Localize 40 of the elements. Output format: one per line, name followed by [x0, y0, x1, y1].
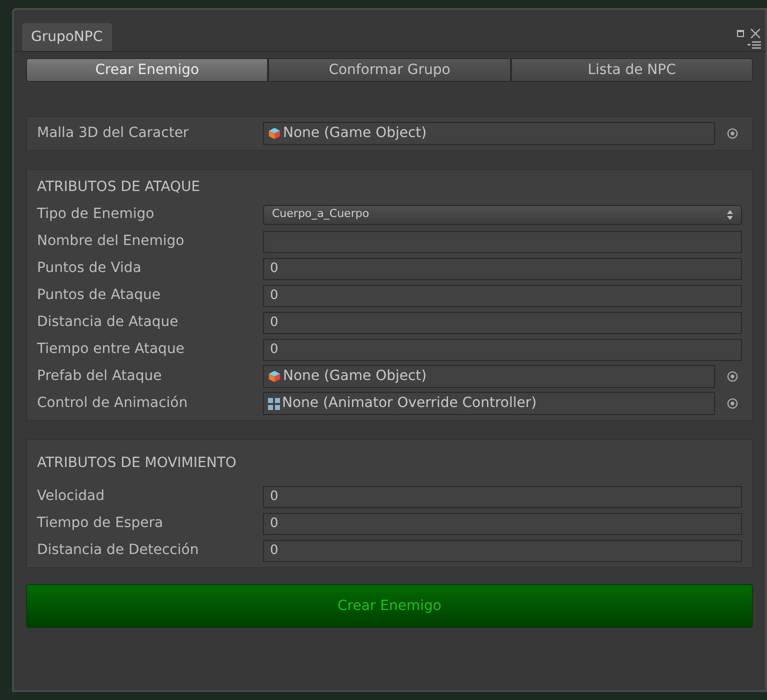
dropdown[interactable]: Cuerpo_a_Cuerpo — [263, 204, 742, 224]
tab[interactable]: Crear Enemigo — [26, 58, 268, 82]
grid-icon — [268, 398, 280, 410]
tab[interactable]: Lista de NPC — [510, 58, 753, 82]
field-label: Distancia de Detección — [37, 541, 200, 560]
menu-icon[interactable] — [747, 41, 761, 49]
cube-icon — [268, 370, 281, 383]
field-label: Puntos de Ataque — [37, 286, 162, 305]
object-field[interactable]: None (Game Object) — [263, 122, 715, 145]
field-label: Malla 3D del Caracter — [37, 124, 190, 143]
maximize-icon[interactable] — [737, 30, 744, 37]
field-label: Control de Animación — [37, 394, 189, 413]
field-label: Nombre del Enemigo — [37, 232, 186, 251]
field-label: Prefab del Ataque — [37, 367, 163, 386]
field-label: Tipo de Enemigo — [37, 205, 156, 224]
object-picker-icon[interactable] — [727, 128, 738, 139]
field-label: Tiempo de Espera — [37, 514, 164, 533]
section-title: ATRIBUTOS DE MOVIMIENTO — [37, 454, 238, 472]
input-field[interactable]: 0 — [263, 512, 742, 534]
input-field[interactable]: 0 — [263, 338, 742, 360]
close-icon[interactable] — [750, 28, 761, 39]
input-field[interactable]: 0 — [263, 258, 742, 280]
section-title: ATRIBUTOS DE ATAQUE — [37, 178, 202, 196]
input-field[interactable]: 0 — [263, 486, 742, 508]
field-label: Tiempo entre Ataque — [37, 340, 186, 359]
object-field[interactable]: None (Game Object) — [263, 365, 715, 388]
field-label: Distancia de Ataque — [37, 313, 180, 332]
up-down-icon — [727, 210, 733, 220]
field-label: Puntos de Vida — [37, 259, 142, 278]
object-picker-icon[interactable] — [727, 371, 738, 382]
cube-icon — [268, 127, 281, 140]
input-field[interactable]: 0 — [263, 284, 742, 306]
object-picker-icon[interactable] — [727, 398, 738, 409]
field-label: Velocidad — [37, 487, 106, 506]
input-field[interactable]: 0 — [263, 540, 742, 562]
create-button[interactable]: Crear Enemigo — [26, 584, 753, 628]
tab[interactable]: Conformar Grupo — [268, 58, 511, 82]
window-tab[interactable]: GrupoNPC — [22, 23, 112, 51]
input-field[interactable]: 0 — [263, 312, 742, 334]
object-field[interactable]: None (Animator Override Controller) — [263, 392, 715, 415]
